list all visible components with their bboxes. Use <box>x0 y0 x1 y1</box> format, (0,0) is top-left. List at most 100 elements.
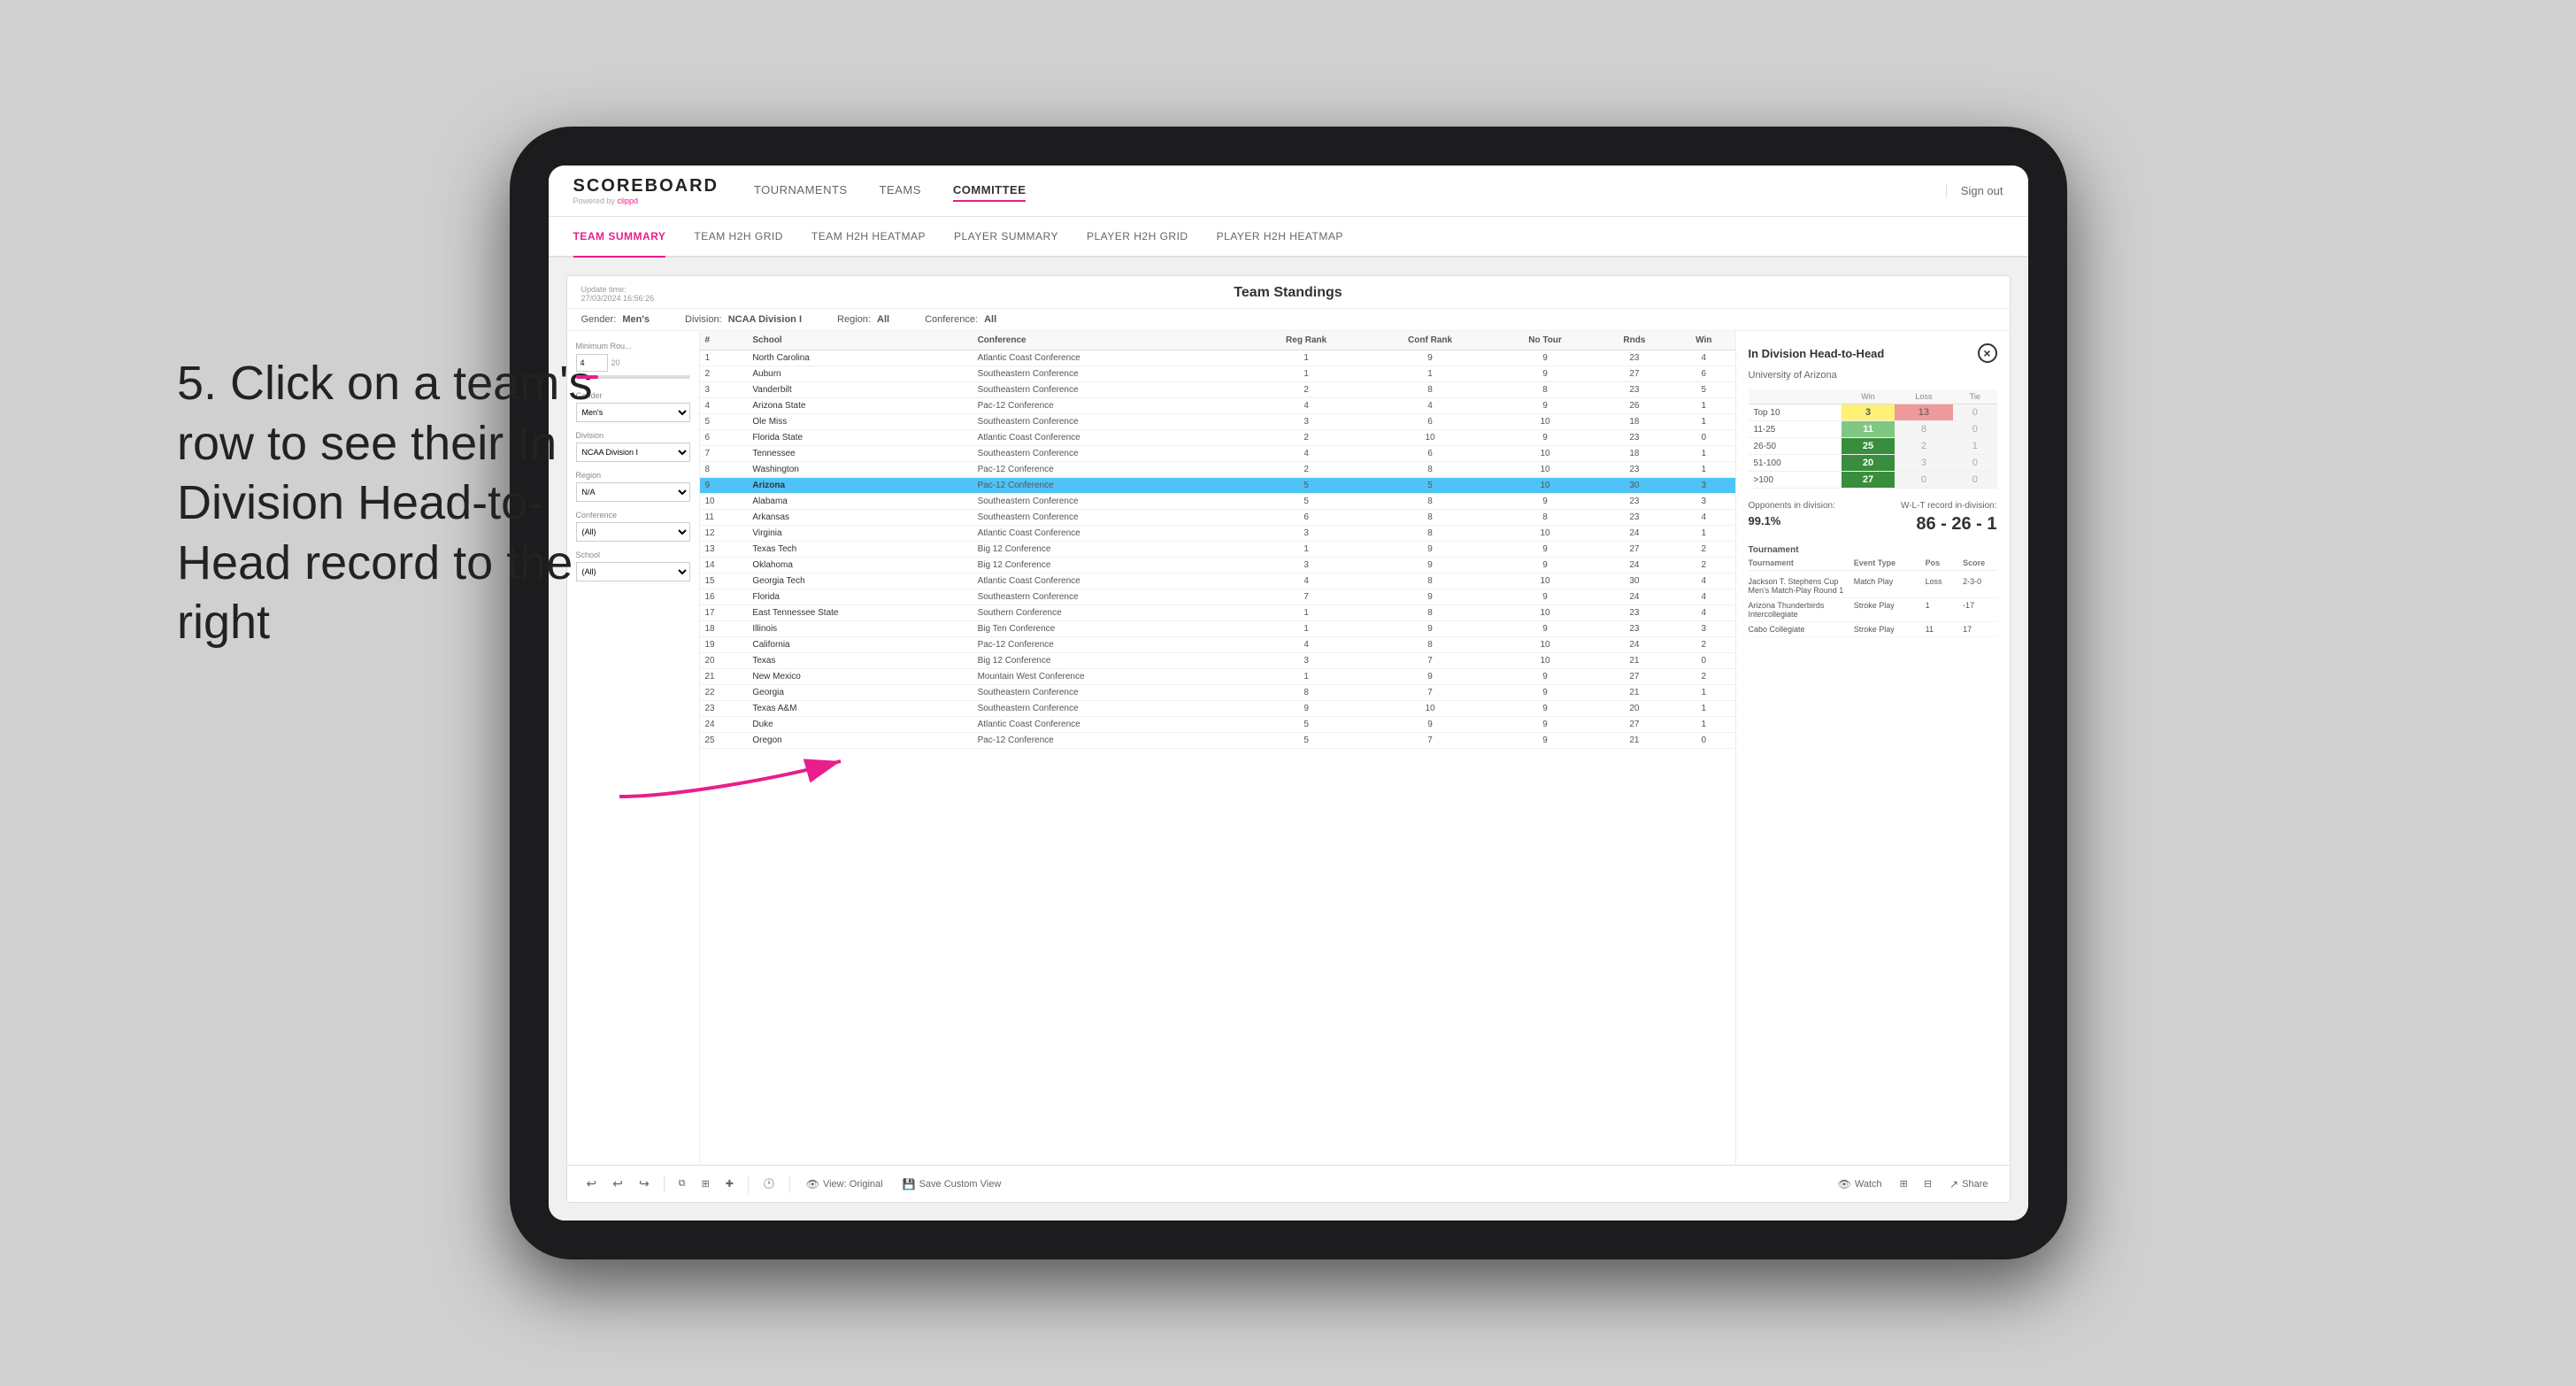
h2h-table: Win Loss Tie Top 10 3 13 0 11-25 11 8 0 … <box>1749 389 1997 489</box>
tournament-list: Jackson T. Stephens Cup Men's Match-Play… <box>1749 574 1997 637</box>
h2h-close-button[interactable]: × <box>1978 343 1997 363</box>
table-row[interactable]: 4 Arizona State Pac-12 Conference 4 4 9 … <box>700 398 1735 414</box>
h2h-table-row: Top 10 3 13 0 <box>1749 404 1997 421</box>
table-area: # School Conference Reg Rank Conf Rank N… <box>700 331 1735 1165</box>
tournament-row: Arizona Thunderbirds Intercollegiate Str… <box>1749 598 1997 622</box>
paste-button[interactable]: ⊞ <box>696 1174 715 1193</box>
table-row[interactable]: 10 Alabama Southeastern Conference 5 8 9… <box>700 494 1735 510</box>
filter-conference: Conference: All <box>925 314 996 325</box>
opponents-pct: 99.1% <box>1749 514 1781 535</box>
update-time-area: Update time: 27/03/2024 16:56:26 <box>581 285 688 303</box>
table-row[interactable]: 11 Arkansas Southeastern Conference 6 8 … <box>700 510 1735 526</box>
table-row[interactable]: 1 North Carolina Atlantic Coast Conferen… <box>700 350 1735 366</box>
nav-tournaments[interactable]: TOURNAMENTS <box>754 180 848 202</box>
h2h-table-row: 11-25 11 8 0 <box>1749 421 1997 438</box>
col-rnds: Rnds <box>1596 331 1672 350</box>
table-row[interactable]: 13 Texas Tech Big 12 Conference 1 9 9 27… <box>700 542 1735 558</box>
col-reg-rank: Reg Rank <box>1246 331 1365 350</box>
logo-title: SCOREBOARD <box>573 176 719 196</box>
col-win: Win <box>1672 331 1735 350</box>
table-row[interactable]: 21 New Mexico Mountain West Conference 1… <box>700 669 1735 685</box>
table-row[interactable]: 14 Oklahoma Big 12 Conference 3 9 9 24 2 <box>700 558 1735 574</box>
watch-button[interactable]: 👁 Watch <box>1831 1174 1889 1194</box>
h2h-title: In Division Head-to-Head <box>1749 347 1885 360</box>
sub-nav-player-h2h-heatmap[interactable]: PLAYER H2H HEATMAP <box>1217 216 1343 257</box>
table-row[interactable]: 17 East Tennessee State Southern Confere… <box>700 605 1735 621</box>
panel-filters: Gender: Men's Division: NCAA Division I … <box>567 309 2010 331</box>
copy-button[interactable]: ⧉ <box>673 1174 691 1193</box>
redo2-button[interactable]: ↪ <box>634 1173 655 1195</box>
app-header: SCOREBOARD Powered by clippd TOURNAMENTS… <box>549 166 2028 217</box>
panel-body: Minimum Rou... 20 <box>567 331 2010 1165</box>
table-row[interactable]: 2 Auburn Southeastern Conference 1 1 9 2… <box>700 366 1735 382</box>
sub-nav-team-h2h-heatmap[interactable]: TEAM H2H HEATMAP <box>811 216 926 257</box>
sub-nav-team-summary[interactable]: TEAM SUMMARY <box>573 217 666 258</box>
table-row[interactable]: 16 Florida Southeastern Conference 7 9 9… <box>700 589 1735 605</box>
tablet-frame: SCOREBOARD Powered by clippd TOURNAMENTS… <box>510 127 2067 1259</box>
sub-nav-player-summary[interactable]: PLAYER SUMMARY <box>954 216 1058 257</box>
bottom-toolbar: ↩ ↩ ↪ ⧉ ⊞ ✚ 🕐 👁 View: Original <box>567 1165 2010 1202</box>
table-row[interactable]: 19 California Pac-12 Conference 4 8 10 2… <box>700 637 1735 653</box>
sub-nav: TEAM SUMMARY TEAM H2H GRID TEAM H2H HEAT… <box>549 217 2028 258</box>
h2h-team-name: University of Arizona <box>1749 370 1997 381</box>
filter-label-rounds: Minimum Rou... <box>576 342 690 350</box>
h2h-panel: In Division Head-to-Head × University of… <box>1735 331 2010 1165</box>
table-row[interactable]: 15 Georgia Tech Atlantic Coast Conferenc… <box>700 574 1735 589</box>
col-num: # <box>700 331 748 350</box>
tournament-header-row: Tournament Event Type Pos Score <box>1749 558 1997 571</box>
rounds-slider[interactable] <box>576 375 690 379</box>
h2h-table-row: 51-100 20 3 0 <box>1749 455 1997 472</box>
add-button[interactable]: ✚ <box>720 1174 739 1193</box>
col-conf-rank: Conf Rank <box>1366 331 1494 350</box>
h2h-stats: Opponents in division: W-L-T record in-d… <box>1749 501 1997 511</box>
save-custom-view-button[interactable]: 💾 Save Custom View <box>896 1174 1009 1194</box>
sub-nav-player-h2h-grid[interactable]: PLAYER H2H GRID <box>1087 216 1188 257</box>
panel-header: Update time: 27/03/2024 16:56:26 Team St… <box>567 276 2010 309</box>
logo-area: SCOREBOARD Powered by clippd <box>573 176 719 205</box>
table-row[interactable]: 23 Texas A&M Southeastern Conference 9 1… <box>700 701 1735 717</box>
table-row[interactable]: 3 Vanderbilt Southeastern Conference 2 8… <box>700 382 1735 398</box>
logo-subtitle: Powered by clippd <box>573 196 719 205</box>
clock-button[interactable]: 🕐 <box>757 1174 780 1193</box>
table-row[interactable]: 6 Florida State Atlantic Coast Conferenc… <box>700 430 1735 446</box>
col-no-tour: No Tour <box>1494 331 1596 350</box>
filter-gender: Gender: Men's <box>581 314 650 325</box>
h2h-header: In Division Head-to-Head × <box>1749 343 1997 363</box>
nav-teams[interactable]: TEAMS <box>880 180 921 202</box>
sub-nav-team-h2h-grid[interactable]: TEAM H2H GRID <box>694 216 783 257</box>
grid-button[interactable]: ⊟ <box>1919 1174 1937 1193</box>
panel-title: Team Standings <box>688 285 1889 301</box>
filter-division: Division: NCAA Division I <box>685 314 802 325</box>
table-row[interactable]: 8 Washington Pac-12 Conference 2 8 10 23… <box>700 462 1735 478</box>
annotation-text: 5. Click on a team's row to see their In… <box>177 354 602 653</box>
table-row[interactable]: 20 Texas Big 12 Conference 3 7 10 21 0 <box>700 653 1735 669</box>
col-conference: Conference <box>973 331 1247 350</box>
table-row[interactable]: 5 Ole Miss Southeastern Conference 3 6 1… <box>700 414 1735 430</box>
view-original-button[interactable]: 👁 View: Original <box>799 1174 890 1194</box>
main-nav: TOURNAMENTS TEAMS COMMITTEE <box>754 180 1946 202</box>
table-row[interactable]: 25 Oregon Pac-12 Conference 5 7 9 21 0 <box>700 733 1735 749</box>
table-row[interactable]: 22 Georgia Southeastern Conference 8 7 9… <box>700 685 1735 701</box>
dashboard-panel: Update time: 27/03/2024 16:56:26 Team St… <box>566 275 2011 1203</box>
sign-out-button[interactable]: Sign out <box>1946 184 2003 197</box>
tournament-row: Jackson T. Stephens Cup Men's Match-Play… <box>1749 574 1997 598</box>
table-row[interactable]: 7 Tennessee Southeastern Conference 4 6 … <box>700 446 1735 462</box>
tournament-row: Cabo Collegiate Stroke Play 11 17 <box>1749 622 1997 637</box>
table-row[interactable]: 12 Virginia Atlantic Coast Conference 3 … <box>700 526 1735 542</box>
h2h-table-row: >100 27 0 0 <box>1749 472 1997 489</box>
share-button[interactable]: ↗ Share <box>1942 1174 1995 1194</box>
table-row[interactable]: 18 Illinois Big Ten Conference 1 9 9 23 … <box>700 621 1735 637</box>
redo-button[interactable]: ↩ <box>607 1173 628 1195</box>
h2h-table-row: 26-50 25 2 1 <box>1749 438 1997 455</box>
undo-button[interactable]: ↩ <box>581 1173 603 1195</box>
col-school: School <box>747 331 972 350</box>
table-row[interactable]: 24 Duke Atlantic Coast Conference 5 9 9 … <box>700 717 1735 733</box>
filter-region: Region: All <box>837 314 889 325</box>
main-content: Update time: 27/03/2024 16:56:26 Team St… <box>549 258 2028 1220</box>
tournament-label: Tournament <box>1749 545 1997 555</box>
table-row[interactable]: 9 Arizona Pac-12 Conference 5 5 10 30 3 <box>700 478 1735 494</box>
tablet-screen: SCOREBOARD Powered by clippd TOURNAMENTS… <box>549 166 2028 1220</box>
nav-committee[interactable]: COMMITTEE <box>953 180 1027 202</box>
h2h-stats-values: 99.1% 86 - 26 - 1 <box>1749 514 1997 535</box>
layout-button[interactable]: ⊞ <box>1895 1174 1913 1193</box>
